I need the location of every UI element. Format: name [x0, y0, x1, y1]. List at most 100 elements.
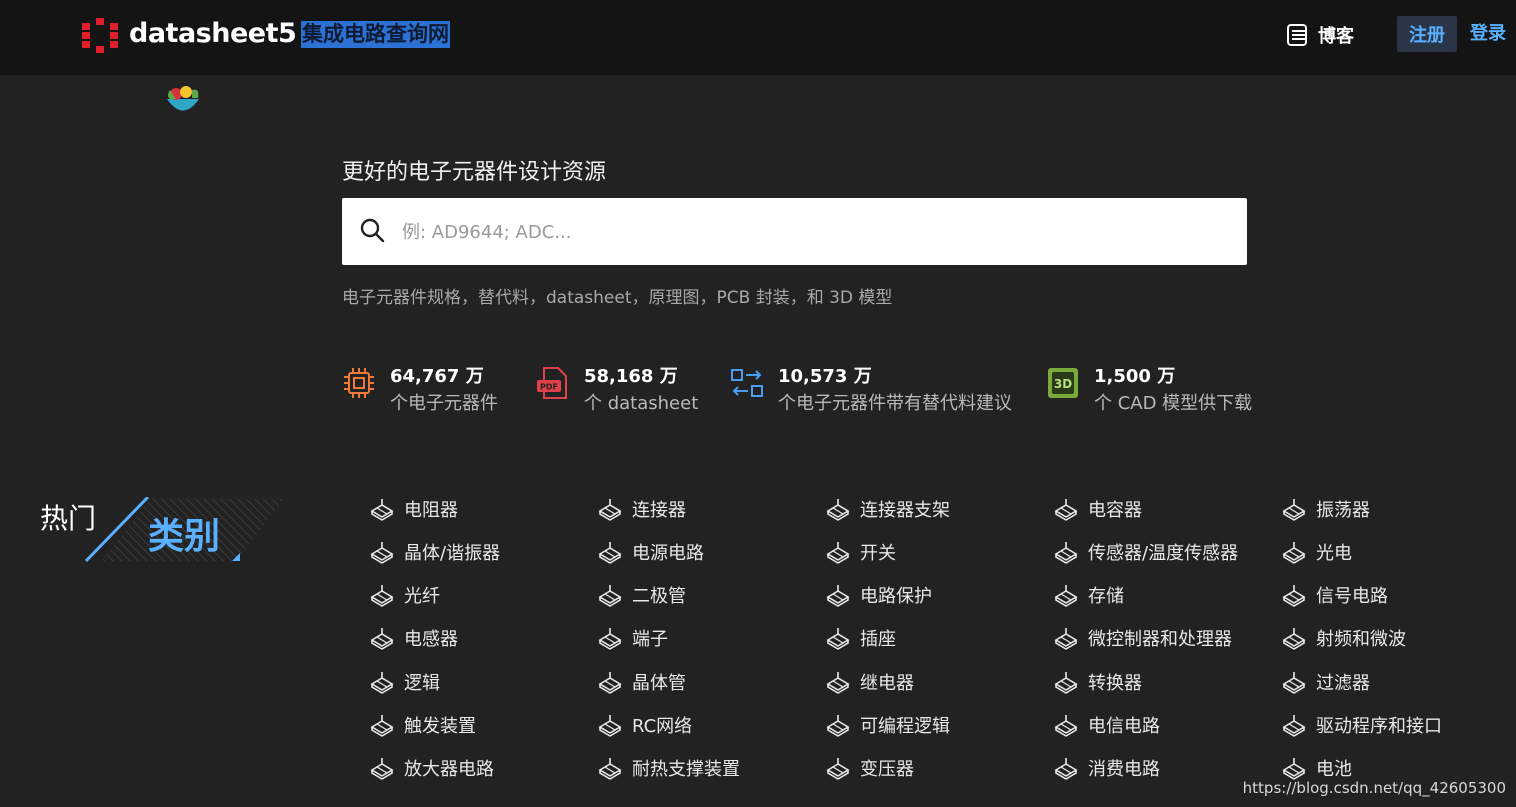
category-item[interactable]: 光电: [1280, 530, 1352, 573]
component-icon: [370, 715, 394, 737]
blog-icon: [1287, 24, 1307, 46]
category-item[interactable]: 电感器: [368, 617, 458, 660]
category-item[interactable]: 存储: [1052, 574, 1124, 617]
register-button[interactable]: 注册: [1397, 16, 1457, 52]
category-item[interactable]: 可编程逻辑: [824, 704, 950, 747]
component-icon: [598, 671, 622, 694]
category-item[interactable]: RC网络: [596, 704, 692, 747]
category-label: 转换器: [1088, 672, 1142, 694]
category-label: 信号电路: [1316, 586, 1388, 608]
category-item[interactable]: 连接器: [596, 487, 686, 530]
category-label: 振荡器: [1316, 499, 1370, 521]
pdf-icon: PDF: [537, 367, 567, 399]
category-label: 微控制器和处理器: [1088, 629, 1232, 651]
svg-text:PDF: PDF: [540, 383, 558, 392]
component-icon: [826, 541, 850, 564]
category-item[interactable]: 晶体/谐振器: [368, 530, 500, 573]
category-item[interactable]: 插座: [824, 617, 896, 660]
search-input[interactable]: [400, 212, 1224, 252]
category-item[interactable]: 微控制器和处理器: [1052, 617, 1232, 660]
category-item[interactable]: 端子: [596, 617, 668, 660]
category-item[interactable]: 继电器: [824, 660, 914, 703]
category-label: 光纤: [404, 586, 440, 608]
component-icon: [1054, 498, 1078, 521]
component-icon: [370, 758, 394, 781]
component-icon: [1282, 715, 1306, 737]
chip-icon: [344, 368, 374, 398]
category-item[interactable]: 驱动程序和接口: [1280, 704, 1442, 747]
category-label: 触发装置: [404, 716, 476, 737]
component-icon: [1054, 671, 1078, 694]
category-item[interactable]: 振荡器: [1280, 487, 1370, 530]
swap-icon: [731, 369, 763, 397]
category-label: 传感器/温度传感器: [1088, 542, 1239, 564]
category-item[interactable]: 消费电路: [1052, 747, 1160, 790]
category-label: 连接器支架: [860, 499, 950, 521]
component-icon: [598, 758, 622, 781]
category-item[interactable]: 传感器/温度传感器: [1052, 530, 1238, 573]
component-icon: [598, 498, 622, 521]
component-icon: [826, 585, 850, 608]
component-icon: [1054, 758, 1078, 781]
category-item[interactable]: 光纤: [368, 574, 440, 617]
stat-number: 64,767 万: [390, 366, 484, 387]
category-item[interactable]: 开关: [824, 530, 896, 573]
svg-text:3D: 3D: [1054, 377, 1072, 391]
category-item[interactable]: 电信电路: [1052, 704, 1160, 747]
category-item[interactable]: 电源电路: [596, 530, 704, 573]
component-icon: [370, 498, 394, 521]
component-icon: [370, 671, 394, 694]
category-item[interactable]: 电阻器: [368, 487, 458, 530]
category-label: 连接器: [632, 499, 686, 521]
heading-hot: 热门: [40, 502, 97, 535]
datasheet5-logo-icon[interactable]: [82, 18, 118, 53]
category-item[interactable]: 转换器: [1052, 660, 1142, 703]
category-item[interactable]: 二极管: [596, 574, 686, 617]
component-icon: [1282, 671, 1306, 694]
nav-blog-link[interactable]: 博客: [1286, 22, 1354, 48]
component-icon: [826, 498, 850, 521]
category-label: 插座: [860, 629, 896, 651]
component-icon: [1282, 585, 1306, 608]
component-icon: [826, 758, 850, 781]
category-label: 开关: [860, 542, 896, 564]
category-label: 存储: [1088, 586, 1124, 608]
brand-subtitle: 集成电路查询网: [301, 21, 450, 48]
stat-label: 个电子元器件: [390, 393, 498, 414]
category-label: 电感器: [404, 629, 458, 651]
stat-number: 1,500 万: [1094, 366, 1176, 387]
login-link[interactable]: 登录: [1470, 16, 1506, 52]
category-item[interactable]: 变压器: [824, 747, 914, 790]
heading-categories: 类别: [148, 516, 221, 557]
component-icon: [1282, 628, 1306, 651]
category-item[interactable]: 信号电路: [1280, 574, 1388, 617]
category-item[interactable]: 触发装置: [368, 704, 476, 747]
top-navbar: datasheet5 集成电路查询网 博客 注册 登录: [0, 0, 1516, 75]
component-icon: [370, 585, 394, 608]
category-label: 晶体管: [632, 672, 686, 694]
category-label: 过滤器: [1316, 672, 1370, 694]
category-item[interactable]: 电容器: [1052, 487, 1142, 530]
category-label: 电源电路: [632, 542, 704, 564]
category-label: 电池: [1316, 759, 1352, 781]
category-item[interactable]: 耐热支撑装置: [596, 747, 740, 790]
stat-number: 10,573 万: [778, 366, 872, 387]
category-label: 可编程逻辑: [860, 716, 950, 737]
category-item[interactable]: 晶体管: [596, 660, 686, 703]
stat-label: 个 datasheet: [584, 393, 699, 414]
category-label: 射频和微波: [1316, 629, 1406, 651]
stat-number: 58,168 万: [584, 366, 678, 387]
component-icon: [370, 628, 394, 651]
brand-name[interactable]: datasheet5: [129, 17, 297, 51]
category-item[interactable]: 逻辑: [368, 660, 440, 703]
category-label: 二极管: [632, 586, 686, 608]
category-item[interactable]: 连接器支架: [824, 487, 950, 530]
mascot-icon: [167, 86, 199, 111]
category-item[interactable]: 电路保护: [824, 574, 932, 617]
component-icon: [826, 715, 850, 737]
component-icon: [1054, 585, 1078, 608]
category-item[interactable]: 过滤器: [1280, 660, 1370, 703]
category-item[interactable]: 放大器电路: [368, 747, 494, 790]
category-label: 电信电路: [1088, 716, 1160, 737]
category-item[interactable]: 射频和微波: [1280, 617, 1406, 660]
